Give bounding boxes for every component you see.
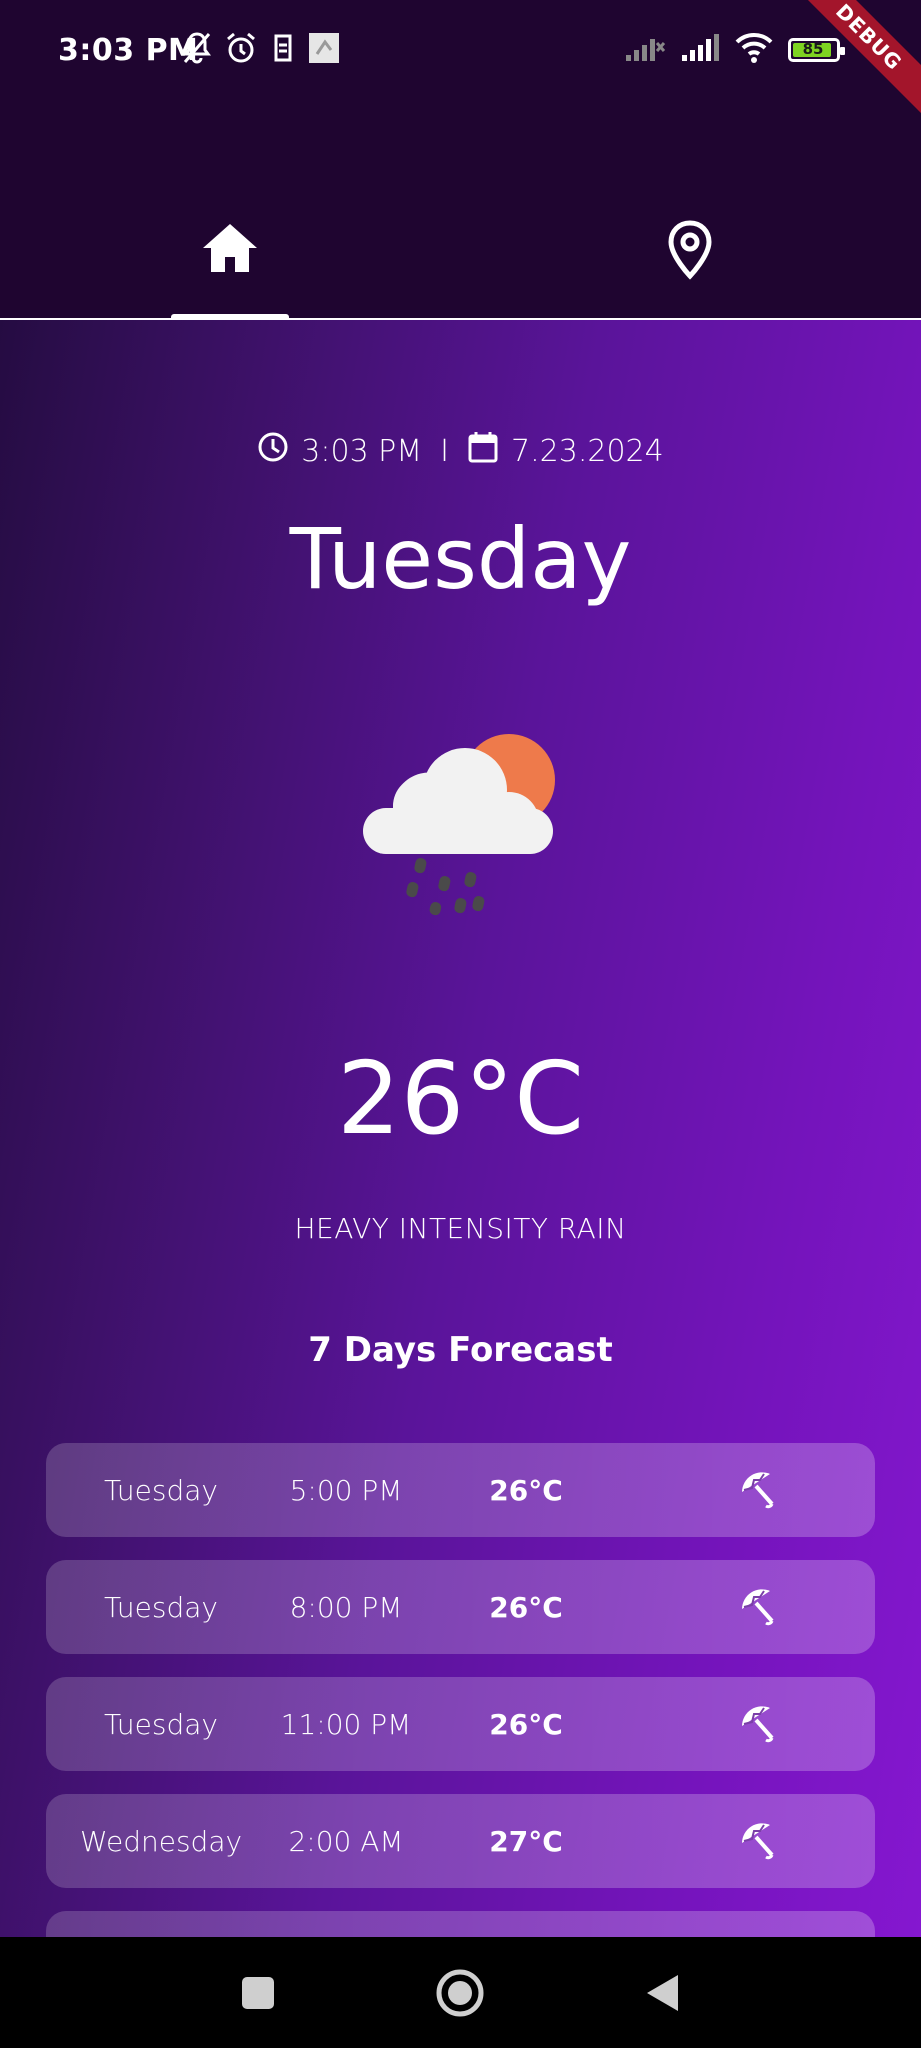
forecast-temp: 27°C <box>489 1824 563 1858</box>
sim-icon <box>270 33 296 67</box>
back-button[interactable] <box>634 1965 690 2021</box>
battery-tip <box>840 47 845 55</box>
umbrella-icon <box>736 1468 780 1512</box>
status-icons-right: 85 <box>624 30 845 70</box>
forecast-time: 8:00 PM <box>289 1590 403 1624</box>
forecast-title: 7 Days Forecast <box>308 1330 613 1370</box>
location-pin-icon <box>667 220 713 320</box>
battery-icon: 85 <box>788 38 845 62</box>
recents-button[interactable] <box>230 1965 286 2021</box>
battery-level: 85 <box>802 40 824 58</box>
forecast-day: Tuesday <box>104 1707 218 1741</box>
status-icons-left <box>182 30 340 70</box>
forecast-time: 11:00 PM <box>280 1707 412 1741</box>
forecast-row-partial[interactable] <box>46 1911 875 1937</box>
weather-main: 3:03 PM I 7.23.2024 Tuesday 26°C HEAVY I… <box>0 320 921 1937</box>
tab-bar <box>0 200 921 320</box>
calendar-icon <box>467 430 499 472</box>
tab-home[interactable] <box>0 220 460 320</box>
forecast-temp: 26°C <box>489 1590 563 1624</box>
system-nav-bar <box>0 1937 921 2048</box>
forecast-day: Tuesday <box>104 1590 218 1624</box>
status-time: 3:03 PM <box>58 33 199 68</box>
forecast-time: 5:00 PM <box>289 1473 403 1507</box>
datetime-separator: I <box>440 433 450 469</box>
umbrella-icon <box>736 1702 780 1746</box>
day-title: Tuesday <box>289 510 632 608</box>
clock-icon <box>257 431 289 471</box>
forecast-day: Tuesday <box>104 1473 218 1507</box>
current-time: 3:03 PM <box>301 433 423 469</box>
forecast-row[interactable]: Tuesday 8:00 PM 26°C <box>46 1560 875 1654</box>
app-bar: 3:03 PM 85 DEBUG <box>0 0 921 320</box>
forecast-row[interactable]: Tuesday 11:00 PM 26°C <box>46 1677 875 1771</box>
notification-icon <box>308 32 340 68</box>
current-temperature: 26°C <box>336 1040 585 1157</box>
alarm-icon <box>224 31 258 69</box>
home-button[interactable] <box>432 1965 488 2021</box>
weather-description: HEAVY INTENSITY RAIN <box>294 1212 627 1245</box>
bell-off-icon <box>182 31 212 69</box>
wifi-icon <box>734 32 774 68</box>
signal-x-icon <box>624 33 666 67</box>
forecast-row[interactable]: Wednesday 2:00 AM 27°C <box>46 1794 875 1888</box>
forecast-temp: 26°C <box>489 1473 563 1507</box>
current-date: 7.23.2024 <box>511 433 664 469</box>
umbrella-icon <box>736 1819 780 1863</box>
forecast-list[interactable]: Tuesday 5:00 PM 26°C Tuesday 8:00 PM 26°… <box>46 1443 875 1937</box>
datetime-row: 3:03 PM I 7.23.2024 <box>0 430 921 472</box>
status-bar: 3:03 PM 85 DEBUG <box>0 0 921 120</box>
forecast-row[interactable]: Tuesday 5:00 PM 26°C <box>46 1443 875 1537</box>
forecast-temp: 26°C <box>489 1707 563 1741</box>
tab-location[interactable] <box>460 220 920 320</box>
rain-cloud-sun-icon <box>355 720 565 930</box>
home-icon <box>200 220 260 320</box>
signal-icon <box>680 33 720 67</box>
forecast-day: Wednesday <box>79 1824 243 1858</box>
umbrella-icon <box>736 1585 780 1629</box>
forecast-time: 2:00 AM <box>288 1824 404 1858</box>
